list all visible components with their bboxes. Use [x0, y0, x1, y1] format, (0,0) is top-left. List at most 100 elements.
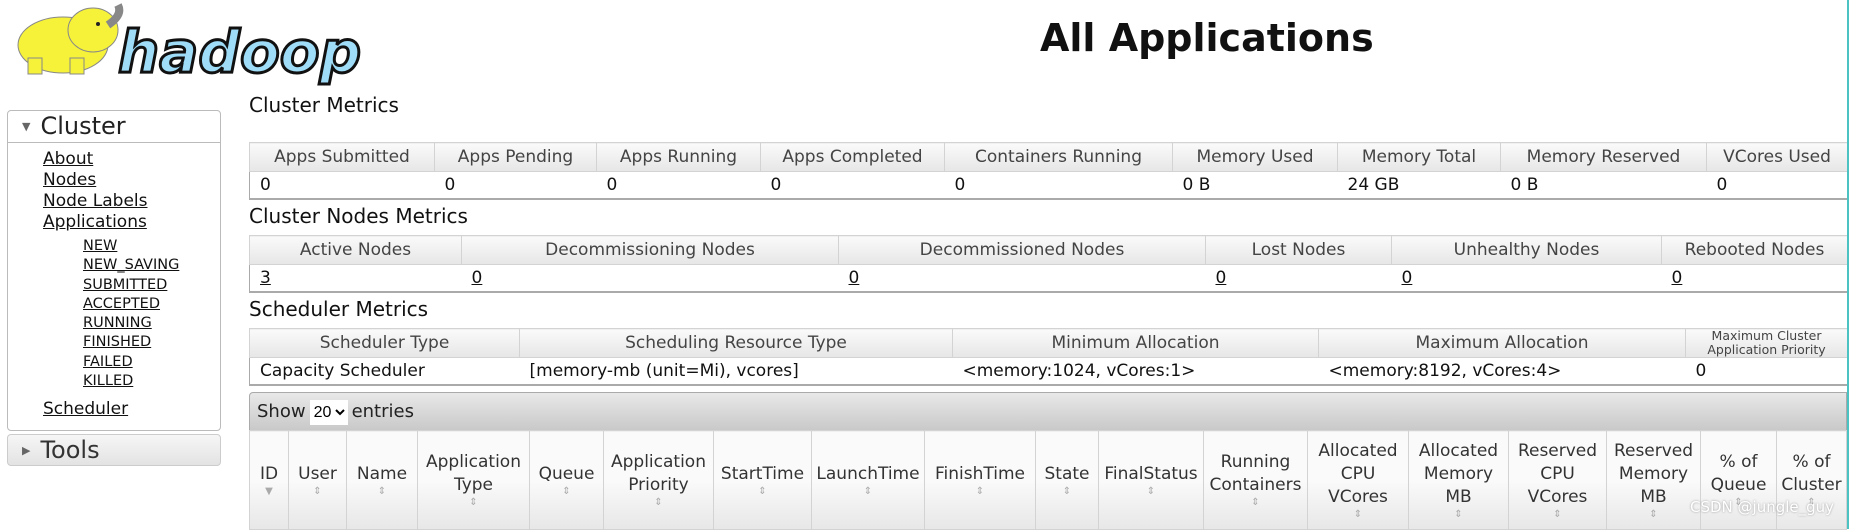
column-header[interactable]: User ⇕ [288, 430, 347, 530]
scheduler-metrics-header: Minimum Allocation [952, 328, 1319, 358]
node-count-link[interactable]: 0 [849, 268, 860, 288]
sort-icon[interactable]: ⇕ [420, 497, 527, 509]
node-metrics-header: Active Nodes [249, 235, 462, 265]
column-header[interactable]: FinalStatus ⇕ [1098, 430, 1204, 530]
column-header[interactable]: FinishTime ⇕ [924, 430, 1036, 530]
node-count-link[interactable]: 0 [1672, 268, 1683, 288]
link-state-accepted[interactable]: ACCEPTED [83, 295, 220, 314]
caret-right-icon: ▶ [22, 444, 31, 458]
link-applications[interactable]: Applications [43, 212, 220, 233]
cluster-panel: ▼ Cluster About Nodes Node Labels Applica… [7, 110, 221, 432]
column-header[interactable]: Application Priority ⇕ [603, 430, 714, 530]
sort-icon[interactable]: ⇕ [291, 486, 344, 498]
scheduler-metrics-value: <memory:8192, vCores:4> [1318, 357, 1686, 386]
sort-icon[interactable]: ⇕ [1038, 486, 1096, 498]
entries-per-page-select[interactable]: 20 [309, 400, 348, 425]
link-state-new-saving[interactable]: NEW_SAVING [83, 256, 220, 275]
column-header[interactable]: StartTime ⇕ [713, 430, 812, 530]
column-label: Running Containers [1209, 452, 1302, 495]
cluster-metrics-header: Apps Pending [434, 142, 597, 172]
link-state-new[interactable]: NEW [83, 237, 220, 256]
column-label: State [1044, 463, 1090, 484]
tools-panel-header[interactable]: ▶ Tools [7, 434, 221, 467]
sort-icon[interactable]: ⇕ [927, 486, 1033, 498]
cluster-metrics-value: 0 [596, 171, 761, 200]
tools-label: Tools [40, 436, 100, 465]
scheduler-metrics-header: Maximum Cluster Application Priority [1685, 328, 1848, 358]
link-about[interactable]: About [43, 149, 220, 170]
link-state-failed[interactable]: FAILED [83, 353, 220, 372]
column-label: FinishTime [935, 463, 1025, 484]
cluster-metrics-value: 0 B [1500, 171, 1707, 200]
node-metrics-title: Cluster Nodes Metrics [249, 204, 468, 228]
column-header[interactable]: Running Containers ⇕ [1203, 430, 1308, 530]
sort-icon[interactable]: ⇕ [532, 486, 601, 498]
sort-icon[interactable]: ⇕ [349, 486, 415, 498]
cluster-metrics-value: 0 [1706, 171, 1848, 200]
scheduler-metrics-value: 0 [1685, 357, 1848, 386]
column-header[interactable]: Allocated Memory MB ⇕ [1408, 430, 1509, 530]
scheduler-metrics-table: Scheduler Type Scheduling Resource Type Mi… [249, 328, 1848, 386]
link-nodes[interactable]: Nodes [43, 170, 220, 191]
link-scheduler[interactable]: Scheduler [43, 399, 220, 420]
sort-icon[interactable]: ⇕ [1609, 509, 1698, 521]
column-header[interactable]: State ⇕ [1035, 430, 1099, 530]
cluster-metrics-value: 24 GB [1337, 171, 1501, 200]
link-state-killed[interactable]: KILLED [83, 372, 220, 391]
node-count-link[interactable]: 0 [472, 268, 483, 288]
link-state-submitted[interactable]: SUBMITTED [83, 276, 220, 295]
node-metrics-header: Lost Nodes [1205, 235, 1392, 265]
cluster-label: Cluster [40, 112, 126, 140]
sort-desc-icon[interactable]: ▼ [252, 486, 286, 498]
column-header[interactable]: Reserved Memory MB ⇕ [1606, 430, 1701, 530]
sort-icon[interactable]: ⇕ [814, 486, 922, 498]
sort-icon[interactable]: ⇕ [716, 486, 809, 498]
column-header[interactable]: ID ▼ [249, 430, 289, 530]
column-header[interactable]: Application Type ⇕ [417, 430, 530, 530]
sort-icon[interactable]: ⇕ [1511, 509, 1604, 521]
cluster-metrics-header: Apps Running [596, 142, 761, 172]
column-header[interactable]: Reserved CPU VCores ⇕ [1508, 430, 1607, 530]
node-metrics-value: 0 [1391, 264, 1662, 293]
column-header[interactable]: Queue ⇕ [529, 430, 604, 530]
sort-icon[interactable]: ⇕ [1206, 497, 1305, 509]
cluster-metrics-table: Apps Submitted Apps Pending Apps Running Ap… [249, 142, 1848, 200]
applications-table: ID ▼ User ⇕ Name ⇕ Application Type ⇕ Queue ⇕ Appl… [249, 430, 1847, 530]
link-state-finished[interactable]: FINISHED [83, 333, 220, 352]
node-metrics-header: Decommissioning Nodes [461, 235, 839, 265]
cluster-panel-header[interactable]: ▼ Cluster [8, 111, 220, 143]
cluster-metrics-value: 0 [944, 171, 1173, 200]
cluster-metrics-header: Apps Submitted [249, 142, 435, 172]
column-header[interactable]: Name ⇕ [346, 430, 418, 530]
watermark: CSDN @jungle_guy [1690, 498, 1835, 516]
node-metrics-value: 0 [461, 264, 839, 293]
column-label: Allocated Memory MB [1418, 440, 1499, 507]
node-count-link[interactable]: 0 [1402, 268, 1413, 288]
sort-icon[interactable]: ⇕ [606, 497, 711, 509]
app-state-links: NEW NEW_SAVING SUBMITTED ACCEPTED RUNNIN… [43, 233, 220, 399]
node-count-link[interactable]: 3 [260, 268, 271, 288]
sort-icon[interactable]: ⇕ [1310, 509, 1406, 521]
column-label: Queue [538, 463, 595, 484]
caret-down-icon: ▼ [22, 120, 31, 133]
sort-icon[interactable]: ⇕ [1411, 509, 1506, 521]
column-label: % of Cluster [1781, 452, 1842, 495]
page-title: All Applications [1040, 16, 1374, 60]
column-header[interactable]: LaunchTime ⇕ [811, 430, 925, 530]
sort-icon[interactable]: ⇕ [1101, 486, 1201, 498]
column-label: FinalStatus [1104, 463, 1198, 484]
node-metrics-value: 0 [1205, 264, 1392, 293]
scheduler-metrics-value: Capacity Scheduler [249, 357, 520, 386]
link-node-labels[interactable]: Node Labels [43, 191, 220, 212]
column-header[interactable]: Allocated CPU VCores ⇕ [1307, 430, 1409, 530]
elephant-icon [17, 3, 124, 75]
scheduler-metrics-value: [memory-mb (unit=Mi), vcores] [519, 357, 953, 386]
column-label: Name [356, 463, 408, 484]
column-label: ID [259, 463, 279, 484]
column-label: % of Queue [1710, 452, 1767, 495]
scheduler-metrics-header: Scheduler Type [249, 328, 520, 358]
scheduler-metrics-header: Maximum Allocation [1318, 328, 1686, 358]
sidebar: ▼ Cluster About Nodes Node Labels Applica… [7, 110, 221, 467]
node-count-link[interactable]: 0 [1216, 268, 1227, 288]
link-state-running[interactable]: RUNNING [83, 314, 220, 333]
